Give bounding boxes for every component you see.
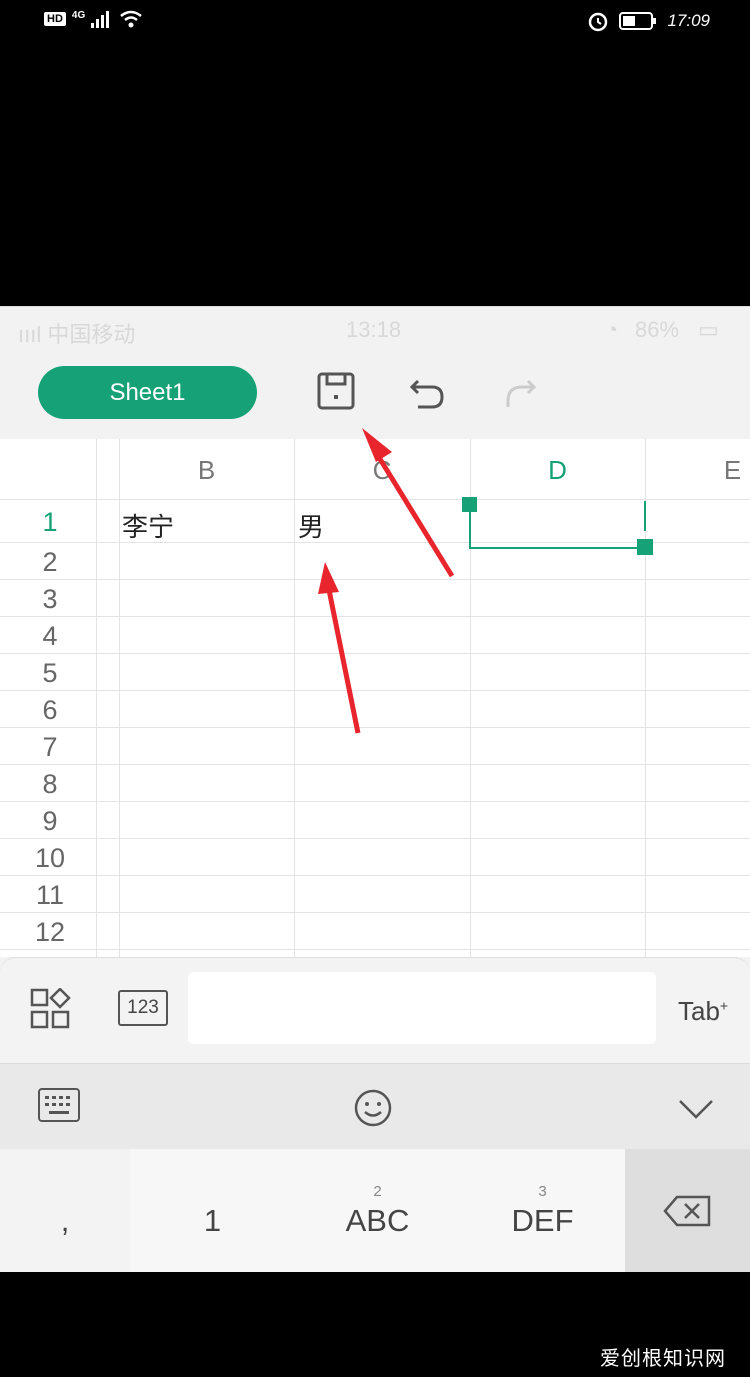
arrow-to-cell <box>324 579 361 734</box>
watermark: 爱创根知识网 <box>600 1348 726 1370</box>
arrow-to-save <box>369 444 455 578</box>
annotation-arrows <box>318 428 455 734</box>
